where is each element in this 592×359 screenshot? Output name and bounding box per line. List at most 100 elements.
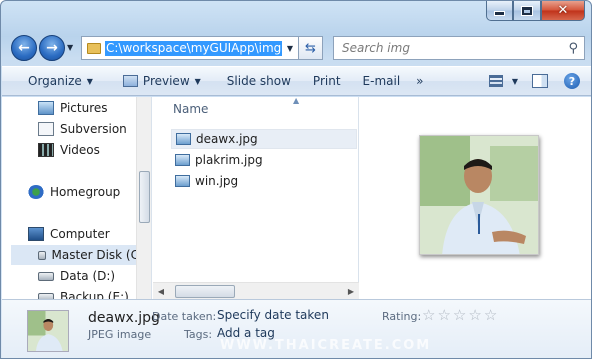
star-icon[interactable]: ☆ [453, 308, 466, 323]
sidebar-item-pictures[interactable]: Pictures [38, 98, 108, 118]
file-name: win.jpg [195, 174, 239, 188]
date-taken-value[interactable]: Specify date taken [217, 308, 329, 322]
image-file-icon [175, 154, 190, 166]
star-icon[interactable]: ☆ [484, 308, 497, 323]
file-name: deawx.jpg [196, 132, 258, 146]
sidebar-item-homegroup[interactable]: Homegroup [28, 182, 120, 202]
photo-preview [419, 135, 539, 255]
file-thumbnail [27, 310, 69, 352]
back-arrow-icon: ← [18, 40, 30, 56]
scrollbar-thumb[interactable] [175, 284, 235, 298]
maximize-button[interactable] [513, 1, 541, 21]
sidebar-item-data-drive[interactable]: Data (D:) [38, 266, 115, 286]
search-icon[interactable]: ⚲ [568, 41, 578, 56]
forward-button[interactable]: → [39, 35, 65, 61]
maximize-icon [522, 6, 532, 15]
change-view-button[interactable]: ▼ [483, 69, 524, 93]
content-area: Pictures Subversion Videos Homegroup Com… [2, 96, 591, 299]
help-button[interactable]: ? [556, 69, 591, 93]
views-icon [488, 75, 503, 87]
details-filetype: JPEG image [88, 328, 152, 341]
organize-menu[interactable]: Organize ▼ [20, 69, 101, 93]
file-list-pane: Name ▲ deawx.jpg plakrim.jpg win.jpg ◀ ▶ [153, 96, 359, 299]
disk-icon [38, 250, 46, 260]
file-list-scrollbar[interactable]: ◀ ▶ [153, 282, 359, 299]
computer-icon [28, 227, 44, 241]
search-box[interactable]: ⚲ [333, 36, 585, 60]
person-photo-icon [420, 136, 538, 254]
slideshow-label: Slide show [226, 74, 291, 88]
star-icon[interactable]: ☆ [437, 308, 450, 323]
chevron-down-icon: ▼ [86, 76, 93, 86]
address-path[interactable]: C:\workspace\myGUIApp\img [105, 40, 283, 56]
search-input[interactable] [340, 38, 569, 58]
star-icon[interactable]: ☆ [468, 308, 481, 323]
image-file-icon [175, 175, 190, 187]
rating-stars[interactable]: ☆ ☆ ☆ ☆ ☆ [422, 308, 499, 323]
image-file-icon [176, 133, 191, 145]
email-label: E-mail [362, 74, 401, 88]
scroll-left-icon[interactable]: ◀ [153, 287, 169, 296]
minimize-button[interactable] [486, 1, 513, 21]
column-header-name[interactable]: Name [173, 102, 208, 116]
file-item-deawx[interactable]: deawx.jpg [171, 129, 357, 149]
star-icon[interactable]: ☆ [422, 308, 435, 323]
sidebar-item-label: Computer [50, 227, 110, 241]
file-name: plakrim.jpg [195, 153, 263, 167]
navigation-scrollbar[interactable] [136, 97, 151, 299]
details-pane: deawx.jpg JPEG image Date taken: Specify… [2, 299, 591, 358]
print-button[interactable]: Print [305, 69, 349, 93]
sidebar-item-subversion[interactable]: Subversion [38, 119, 127, 139]
preview-pane [360, 97, 591, 299]
preview-pane-icon [532, 74, 548, 88]
watermark: WWW.THAICREATE.COM [220, 338, 432, 353]
rating-label: Rating: [382, 310, 422, 323]
sidebar-item-videos[interactable]: Videos [38, 140, 100, 160]
scroll-right-icon[interactable]: ▶ [343, 287, 359, 296]
file-item-win[interactable]: win.jpg [171, 171, 357, 191]
close-button[interactable]: ✕ [541, 1, 585, 21]
chevron-down-icon: ▼ [511, 76, 518, 86]
forward-arrow-icon: → [46, 40, 58, 56]
title-bar: ✕ [1, 1, 591, 31]
folder-icon [87, 42, 101, 54]
sidebar-item-label: Homegroup [50, 185, 121, 199]
chevron-down-icon: ▼ [194, 76, 201, 86]
column-header-label: Name [173, 102, 209, 116]
scrollbar-thumb[interactable] [139, 171, 150, 223]
more-commands-button[interactable]: » [408, 69, 431, 93]
file-item-plakrim[interactable]: plakrim.jpg [171, 150, 357, 170]
sidebar-item-computer[interactable]: Computer [28, 224, 110, 244]
pictures-icon [38, 101, 54, 115]
email-button[interactable]: E-mail [355, 69, 409, 93]
sidebar-item-master-disk[interactable]: Master Disk (C [11, 245, 139, 265]
refresh-button[interactable]: ⇆ [299, 36, 323, 60]
organize-label: Organize [28, 74, 82, 88]
sidebar-item-label: Master Disk (C [51, 248, 139, 262]
sidebar-item-backup-drive[interactable]: Backup (E:) [38, 287, 129, 299]
print-label: Print [312, 74, 341, 88]
preview-icon [122, 75, 138, 87]
window-controls: ✕ [486, 1, 585, 21]
videos-icon [38, 143, 54, 157]
close-icon: ✕ [557, 3, 569, 18]
sidebar-item-label: Videos [60, 143, 100, 157]
address-bar[interactable]: C:\workspace\myGUIApp\img ▼ [81, 36, 299, 60]
sidebar-item-label: Subversion [60, 122, 127, 136]
explorer-window: ✕ ← → ▼ C:\workspace\myGUIApp\img ▼ ⇆ ⚲ … [0, 0, 592, 359]
preview-pane-button[interactable] [524, 69, 556, 93]
tags-label: Tags: [184, 328, 213, 341]
back-button[interactable]: ← [11, 35, 37, 61]
slideshow-button[interactable]: Slide show [219, 69, 299, 93]
help-icon: ? [564, 73, 580, 89]
command-bar: Organize ▼ Preview ▼ Slide show Print E-… [2, 66, 591, 96]
sort-ascending-icon: ▲ [293, 96, 300, 105]
date-taken-label: Date taken: [152, 310, 217, 323]
address-dropdown-icon[interactable]: ▼ [287, 44, 293, 53]
navigation-pane: Pictures Subversion Videos Homegroup Com… [2, 97, 152, 299]
more-label: » [416, 74, 424, 88]
toolbar-right-group: ▼ ? [483, 69, 591, 93]
subversion-icon [38, 122, 54, 136]
recent-pages-dropdown[interactable]: ▼ [67, 43, 73, 52]
preview-menu[interactable]: Preview ▼ [115, 69, 209, 93]
